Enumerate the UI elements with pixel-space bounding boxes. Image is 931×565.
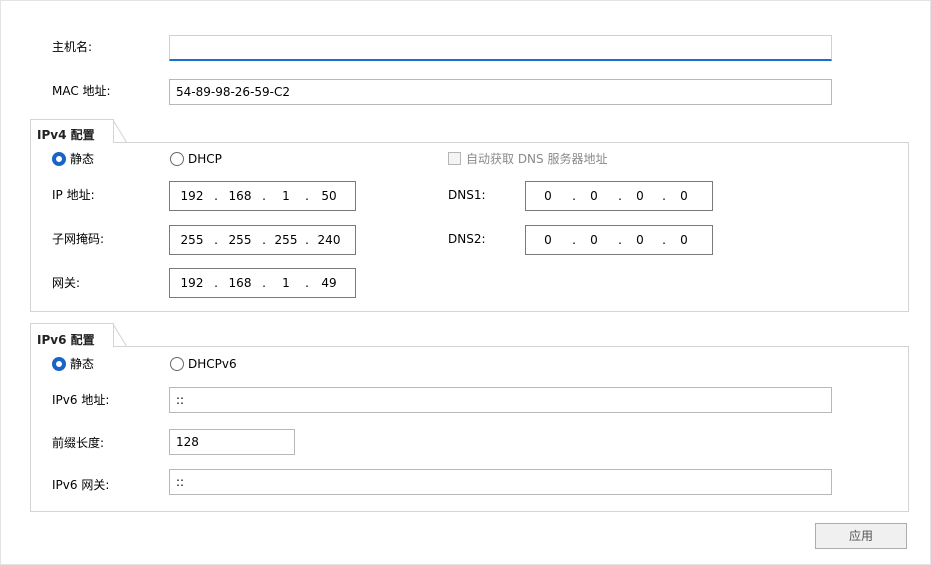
dns1-octet-3[interactable]: 0 <box>622 188 658 204</box>
auto-dns-label: 自动获取 DNS 服务器地址 <box>466 152 608 166</box>
mask-label: 子网掩码: <box>52 232 105 246</box>
ipv4-groupbox <box>30 142 909 312</box>
ipv4-static-label: 静态 <box>70 152 95 166</box>
auto-dns-checkbox[interactable] <box>448 152 461 165</box>
mask-octet-4[interactable]: 240 <box>311 232 347 248</box>
ip-octet-1[interactable]: 192 <box>174 188 210 204</box>
dns2-input[interactable]: 0 . 0 . 0 . 0 <box>525 225 713 255</box>
ip-octet-2[interactable]: 168 <box>222 188 258 204</box>
gateway-label: 网关: <box>52 276 81 290</box>
mask-octet-3[interactable]: 255 <box>268 232 304 248</box>
gateway-dot: . <box>214 276 218 290</box>
dns2-octet-1[interactable]: 0 <box>530 232 566 248</box>
hostname-input[interactable] <box>169 35 832 61</box>
dns2-octet-2[interactable]: 0 <box>576 232 612 248</box>
dns1-octet-4[interactable]: 0 <box>666 188 702 204</box>
ip-octet-3[interactable]: 1 <box>268 188 304 204</box>
ipv6-dhcp-label: DHCPv6 <box>188 357 237 371</box>
gateway-input[interactable]: 192 . 168 . 1 . 49 <box>169 268 356 298</box>
ipv6-dhcp-radio[interactable] <box>170 357 184 371</box>
ipv6-address-label: IPv6 地址: <box>52 393 110 407</box>
dns1-input[interactable]: 0 . 0 . 0 . 0 <box>525 181 713 211</box>
ipv6-address-input[interactable]: :: <box>169 387 832 413</box>
hostname-label: 主机名: <box>52 40 93 54</box>
ipv4-title: IPv4 配置 <box>37 128 95 142</box>
apply-button[interactable]: 应用 <box>815 523 907 549</box>
subnet-mask-input[interactable]: 255 . 255 . 255 . 240 <box>169 225 356 255</box>
dns2-octet-3[interactable]: 0 <box>622 232 658 248</box>
prefix-length-input[interactable]: 128 <box>169 429 295 455</box>
ip-dot: . <box>214 189 218 203</box>
ipv4-dhcp-label: DHCP <box>188 152 222 166</box>
mac-input[interactable]: 54-89-98-26-59-C2 <box>169 79 832 105</box>
ip-address-input[interactable]: 192 . 168 . 1 . 50 <box>169 181 356 211</box>
tab-slant-icon <box>113 323 127 347</box>
dns1-octet-1[interactable]: 0 <box>530 188 566 204</box>
dns1-label: DNS1: <box>448 188 486 202</box>
tab-slant-icon <box>113 119 127 143</box>
ipv6-title: IPv6 配置 <box>37 333 95 347</box>
ipv4-dhcp-radio[interactable] <box>170 152 184 166</box>
gateway-octet-4[interactable]: 49 <box>311 275 347 291</box>
ipv6-gateway-label: IPv6 网关: <box>52 478 110 492</box>
ipv6-gateway-input[interactable]: :: <box>169 469 832 495</box>
ipv6-static-radio[interactable] <box>52 357 66 371</box>
ipv4-static-radio[interactable] <box>52 152 66 166</box>
dns1-octet-2[interactable]: 0 <box>576 188 612 204</box>
gateway-octet-2[interactable]: 168 <box>222 275 258 291</box>
dns2-octet-4[interactable]: 0 <box>666 232 702 248</box>
gateway-octet-3[interactable]: 1 <box>268 275 304 291</box>
ip-label: IP 地址: <box>52 188 95 202</box>
prefix-length-label: 前缀长度: <box>52 436 105 450</box>
mask-octet-2[interactable]: 255 <box>222 232 258 248</box>
mask-dot: . <box>214 233 218 247</box>
ipv6-static-label: 静态 <box>70 357 95 371</box>
gateway-octet-1[interactable]: 192 <box>174 275 210 291</box>
mac-label: MAC 地址: <box>52 84 111 98</box>
mask-octet-1[interactable]: 255 <box>174 232 210 248</box>
dns2-label: DNS2: <box>448 232 486 246</box>
ip-octet-4[interactable]: 50 <box>311 188 347 204</box>
